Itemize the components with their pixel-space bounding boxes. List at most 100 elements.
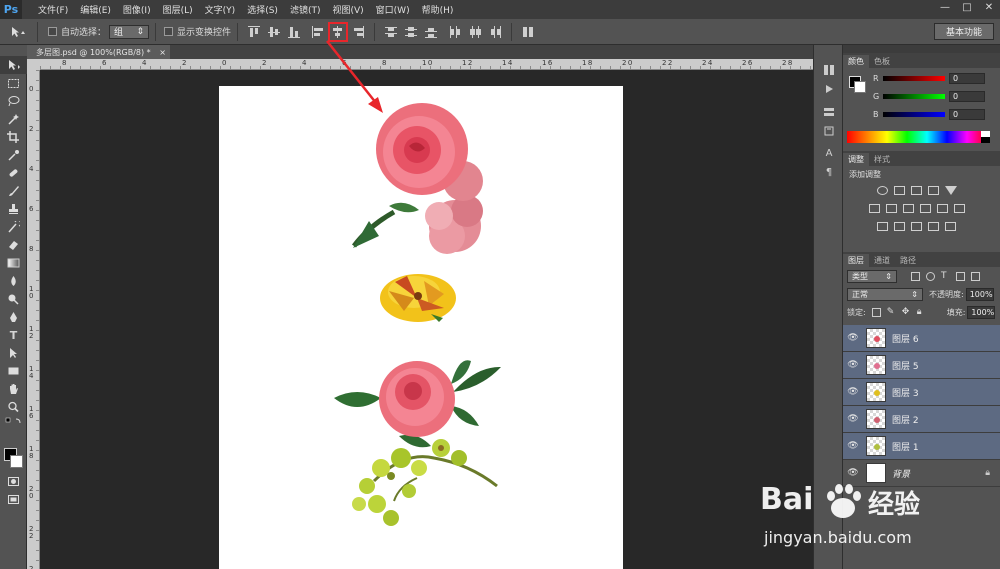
tab-swatches[interactable]: 色板 bbox=[869, 55, 895, 68]
lock-position-icon[interactable]: ✥ bbox=[902, 307, 911, 317]
baidu-watermark: Bai 经验 jingyan.baidu.com bbox=[740, 478, 1000, 569]
layer-name[interactable]: 图层 1 bbox=[892, 440, 919, 453]
layer-thumbnail bbox=[866, 436, 886, 456]
red-value-input[interactable]: 0 bbox=[949, 72, 985, 84]
lock-all-icon[interactable]: 🔒︎ bbox=[917, 307, 926, 317]
red-label: R bbox=[873, 73, 879, 83]
eye-icon[interactable]: 👁︎ bbox=[843, 468, 863, 478]
eye-icon[interactable]: 👁︎ bbox=[843, 387, 863, 397]
adjustments-row-3 bbox=[877, 222, 962, 231]
actions-icon[interactable] bbox=[814, 80, 844, 97]
color-balance-icon[interactable] bbox=[886, 204, 897, 213]
blue-value-input[interactable]: 0 bbox=[949, 108, 985, 120]
brightness-contrast-icon[interactable] bbox=[877, 186, 888, 195]
history-icon[interactable] bbox=[814, 61, 844, 78]
lock-transparent-icon[interactable] bbox=[871, 307, 881, 317]
layer-comps-icon[interactable] bbox=[814, 103, 844, 120]
pixel-filter-icon[interactable] bbox=[911, 271, 920, 281]
layer-thumbnail bbox=[866, 355, 886, 375]
blend-mode-dropdown[interactable]: 正常 ⇕ bbox=[847, 287, 923, 301]
selective-color-icon[interactable] bbox=[928, 222, 939, 231]
lock-label: 锁定: bbox=[847, 307, 866, 317]
add-adjustment-label: 添加调整 bbox=[849, 170, 881, 179]
adjustments-row-2 bbox=[869, 204, 971, 213]
layer-row-2[interactable]: 👁︎ 图层 2 bbox=[843, 406, 1000, 433]
paragraph-icon[interactable]: ¶ bbox=[814, 164, 844, 181]
color-lookup-icon[interactable] bbox=[954, 204, 965, 213]
tab-adjustments[interactable]: 调整 bbox=[843, 153, 869, 166]
panel-background-swatch[interactable] bbox=[854, 81, 866, 93]
thumbnail-content bbox=[874, 390, 880, 396]
green-label: G bbox=[873, 91, 880, 101]
type-filter-icon[interactable]: T bbox=[941, 271, 950, 281]
layer-list: 👁︎ 图层 6 👁︎ 图层 5 👁︎ 图层 3 👁︎ 图层 2 👁︎ 图层 1 … bbox=[843, 325, 1000, 487]
posterize-icon[interactable] bbox=[894, 222, 905, 231]
chevron-down-icon: ⇕ bbox=[885, 271, 892, 281]
tab-color[interactable]: 颜色 bbox=[843, 55, 869, 68]
eye-icon[interactable]: 👁︎ bbox=[843, 333, 863, 343]
green-slider[interactable] bbox=[883, 93, 945, 99]
tab-paths[interactable]: 路径 bbox=[895, 254, 921, 267]
layer-thumbnail bbox=[866, 328, 886, 348]
photoshop-window: Ps 文件(F) 编辑(E) 图像(I) 图层(L) 文字(Y) 选择(S) 滤… bbox=[0, 0, 1000, 569]
opacity-label: 不透明度: bbox=[929, 289, 964, 299]
watermark-url: jingyan.baidu.com bbox=[764, 528, 912, 547]
layer-name[interactable]: 图层 2 bbox=[892, 413, 919, 426]
adjustments-panel: 添加调整 bbox=[843, 166, 1000, 252]
watermark-brand: Bai bbox=[760, 482, 814, 517]
blend-row: 正常 ⇕ 不透明度: 100% bbox=[843, 285, 1000, 303]
green-slider-row: G 0 bbox=[873, 90, 997, 102]
layer-row-6[interactable]: 👁︎ 图层 6 bbox=[843, 325, 1000, 352]
layer-row-1[interactable]: 👁︎ 图层 1 bbox=[843, 433, 1000, 460]
channel-mixer-icon[interactable] bbox=[937, 204, 948, 213]
opacity-input[interactable]: 100% bbox=[965, 287, 994, 301]
adjustments-row-1 bbox=[877, 186, 963, 195]
black-white-icon[interactable] bbox=[903, 204, 914, 213]
vibrance-icon[interactable] bbox=[945, 186, 957, 195]
panel-collapse-bar[interactable] bbox=[843, 45, 1000, 53]
fill-input[interactable]: 100% bbox=[967, 305, 996, 319]
shape-filter-icon[interactable] bbox=[956, 271, 965, 281]
layer-name[interactable]: 图层 3 bbox=[892, 386, 919, 399]
hue-saturation-icon[interactable] bbox=[869, 204, 880, 213]
threshold-icon[interactable] bbox=[911, 222, 922, 231]
color-spectrum[interactable] bbox=[847, 131, 987, 143]
character-icon[interactable]: A bbox=[814, 145, 844, 162]
levels-icon[interactable] bbox=[894, 186, 905, 195]
tab-styles[interactable]: 样式 bbox=[869, 153, 895, 166]
layer-filter-dropdown[interactable]: 类型 ⇕ bbox=[847, 269, 897, 283]
adjustments-panel-tabs: 调整 样式 bbox=[843, 151, 1000, 166]
red-slider[interactable] bbox=[883, 75, 945, 81]
invert-icon[interactable] bbox=[877, 222, 888, 231]
green-value-input[interactable]: 0 bbox=[949, 90, 985, 102]
black-white-swatch[interactable] bbox=[981, 131, 990, 143]
chevron-down-icon: ⇕ bbox=[911, 289, 918, 299]
fill-label: 填充: bbox=[946, 307, 966, 317]
layer-row-3[interactable]: 👁︎ 图层 3 bbox=[843, 379, 1000, 406]
curves-icon[interactable] bbox=[911, 186, 922, 195]
layer-name[interactable]: 图层 5 bbox=[892, 359, 919, 372]
blue-slider-row: B 0 bbox=[873, 108, 997, 120]
eye-icon[interactable]: 👁︎ bbox=[843, 360, 863, 370]
thumbnail-content bbox=[874, 336, 880, 342]
adjustment-filter-icon[interactable] bbox=[926, 271, 935, 281]
color-panel: R 0 G 0 B 0 bbox=[843, 68, 1000, 151]
layer-row-5[interactable]: 👁︎ 图层 5 bbox=[843, 352, 1000, 379]
photo-filter-icon[interactable] bbox=[920, 204, 931, 213]
lock-row: 锁定: ✎ ✥ 🔒︎ 填充: 100% bbox=[843, 303, 1000, 321]
layer-thumbnail bbox=[866, 409, 886, 429]
thumbnail-content bbox=[874, 363, 880, 369]
color-panel-tabs: 颜色 色板 bbox=[843, 53, 1000, 68]
tab-layers[interactable]: 图层 bbox=[843, 254, 869, 267]
layer-name[interactable]: 图层 6 bbox=[892, 332, 919, 345]
blue-slider[interactable] bbox=[883, 111, 945, 117]
eye-icon[interactable]: 👁︎ bbox=[843, 414, 863, 424]
eye-icon[interactable]: 👁︎ bbox=[843, 441, 863, 451]
layers-panel-tabs: 图层 通道 路径 bbox=[843, 252, 1000, 267]
tab-channels[interactable]: 通道 bbox=[869, 254, 895, 267]
gradient-map-icon[interactable] bbox=[945, 222, 956, 231]
properties-icon[interactable] bbox=[814, 122, 844, 139]
exposure-icon[interactable] bbox=[928, 186, 939, 195]
lock-image-icon[interactable]: ✎ bbox=[887, 307, 896, 317]
smart-object-filter-icon[interactable] bbox=[971, 271, 980, 281]
